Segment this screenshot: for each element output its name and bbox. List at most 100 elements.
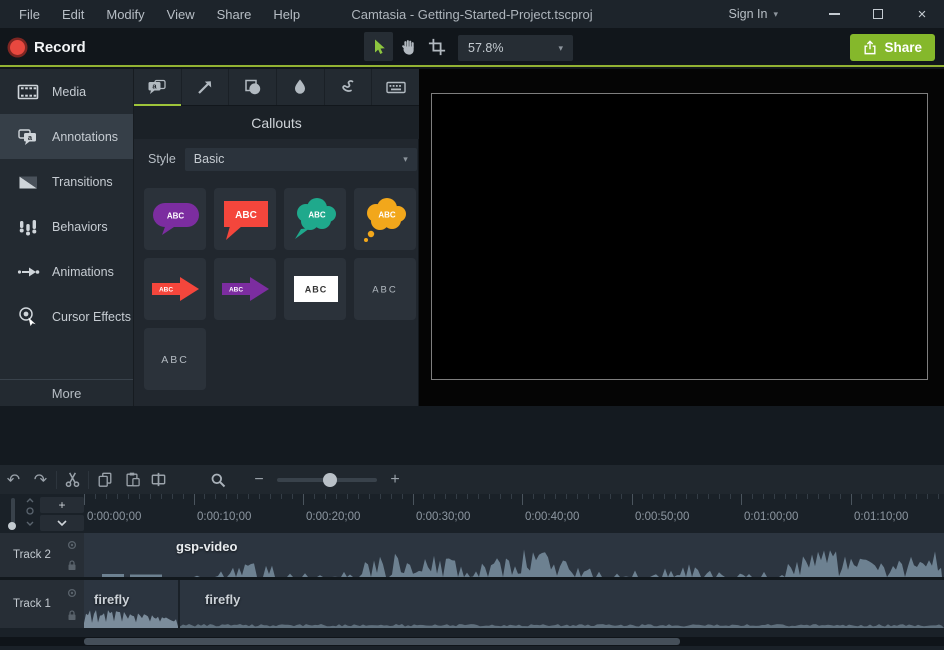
track-size-controls[interactable]	[24, 496, 36, 530]
ruler-label: 0:00:10;00	[197, 511, 251, 523]
tab-sketch-motion[interactable]	[325, 69, 373, 105]
menu-edit[interactable]: Edit	[51, 7, 95, 22]
callout-rect-white[interactable]: ABC	[284, 258, 346, 320]
crop-tool-button[interactable]	[422, 32, 451, 61]
sidebar-item-behaviors[interactable]: Behaviors	[0, 204, 133, 249]
callout-arrow-red[interactable]: ABC	[144, 258, 206, 320]
canvas-zoom-dropdown[interactable]: 57.8% ▾	[458, 35, 573, 61]
arrow-icon	[195, 77, 215, 97]
clip-firefly-2[interactable]: firefly	[180, 580, 944, 628]
panel-title: Callouts	[134, 106, 419, 139]
callout-sketch-text[interactable]: ABC	[144, 328, 206, 390]
sidebar-item-animations[interactable]: Animations	[0, 249, 133, 294]
ruler-tick	[161, 494, 162, 499]
sidebar-item-cursor-effects[interactable]: Cursor Effects	[0, 294, 133, 339]
tab-shapes[interactable]	[229, 69, 277, 105]
undo-button[interactable]: ↶	[0, 466, 27, 493]
track-visibility-icon[interactable]	[67, 588, 77, 598]
callout-arrow-purple[interactable]: ABC	[214, 258, 276, 320]
sidebar-item-media[interactable]: Media	[0, 69, 133, 114]
fader-handle[interactable]	[8, 522, 16, 530]
sign-in-label: Sign In	[729, 7, 768, 21]
ruler-tick	[785, 494, 786, 499]
ruler-tick	[172, 494, 173, 499]
minimize-button[interactable]	[812, 0, 856, 28]
sign-in-button[interactable]: Sign In ▾	[729, 7, 778, 21]
ruler-tick	[544, 494, 545, 499]
menu-file[interactable]: File	[8, 7, 51, 22]
paste-button[interactable]	[118, 466, 145, 493]
ruler-tick	[730, 494, 731, 499]
timeline-zoom-out-button[interactable]: −	[247, 471, 271, 489]
drop-icon	[290, 77, 310, 97]
add-track-button[interactable]: +	[40, 497, 84, 513]
sidebar-item-transitions[interactable]: Transitions	[0, 159, 133, 204]
track-height-fader[interactable]	[11, 498, 15, 524]
callout-text-only[interactable]: ABC	[354, 258, 416, 320]
menu-modify[interactable]: Modify	[95, 7, 155, 22]
ruler-tick	[588, 494, 589, 499]
cursor-tool-button[interactable]	[364, 32, 393, 61]
timeline-ruler[interactable]: 0:00:00;00 0:00:10;00 0:00:20;00 0:00:30…	[84, 494, 944, 533]
callout-cloud[interactable]: ABC	[284, 188, 346, 250]
menu-share[interactable]: Share	[206, 7, 263, 22]
copy-button[interactable]	[91, 466, 118, 493]
tab-blur-and-highlight[interactable]	[277, 69, 325, 105]
record-button[interactable]: Record	[10, 35, 86, 59]
ruler-tick	[95, 494, 96, 499]
maximize-button[interactable]	[856, 0, 900, 28]
track-1-header[interactable]: Track 1	[0, 580, 84, 628]
timeline-gutter: +	[0, 494, 84, 533]
style-row: Style Basic ▾	[134, 147, 419, 171]
close-button[interactable]: ×	[900, 0, 944, 28]
track-lock-icon[interactable]	[67, 610, 77, 621]
window-title: Camtasia - Getting-Started-Project.tscpr…	[351, 7, 592, 22]
ruler-tick	[204, 494, 205, 499]
ruler-label: 0:01:10;00	[854, 511, 908, 523]
tab-callouts[interactable]: a	[134, 69, 182, 105]
track-visibility-icon[interactable]	[67, 540, 77, 550]
callout-speech-rect[interactable]: ABC	[214, 188, 276, 250]
behaviors-icon	[16, 215, 40, 239]
track-lock-icon[interactable]	[67, 560, 77, 571]
timeline-zoom-slider[interactable]	[277, 478, 377, 482]
ruler-tick	[621, 494, 622, 499]
clip-label: firefly	[205, 592, 240, 607]
ruler-tick	[336, 494, 337, 499]
timeline-zoom-in-button[interactable]: +	[383, 471, 407, 489]
clip-gsp-video[interactable]: gsp-video	[84, 533, 944, 577]
menu-view[interactable]: View	[156, 7, 206, 22]
style-dropdown[interactable]: Basic ▾	[185, 148, 417, 171]
timeline-zoom-button[interactable]	[204, 466, 231, 493]
tab-arrows-and-lines[interactable]	[182, 69, 230, 105]
split-button[interactable]	[145, 466, 172, 493]
ruler-tick	[566, 494, 567, 499]
camtasia-window: File Edit Modify View Share Help Camtasi…	[0, 0, 944, 650]
ruler-tick	[938, 494, 939, 499]
sidebar-item-annotations[interactable]: a Annotations	[0, 114, 133, 159]
ruler-tick	[818, 494, 819, 499]
chevron-down-icon	[57, 520, 67, 527]
pan-tool-button[interactable]	[393, 32, 422, 61]
tab-keystroke-callouts[interactable]	[372, 69, 419, 105]
redo-button[interactable]: ↷	[27, 466, 54, 493]
playback-bar: Properties	[0, 406, 944, 465]
menu-help[interactable]: Help	[262, 7, 311, 22]
clip-firefly-1[interactable]: firefly	[84, 580, 178, 628]
ruler-tick	[106, 494, 107, 499]
cut-button[interactable]	[59, 466, 86, 493]
track-2-header[interactable]: Track 2	[0, 533, 84, 577]
video-canvas[interactable]	[431, 93, 928, 380]
sidebar-item-label: Transitions	[52, 175, 113, 189]
sidebar-more-button[interactable]: More	[0, 379, 133, 406]
ruler-label: 0:00:40;00	[525, 511, 579, 523]
ruler-tick	[259, 494, 260, 499]
track-options-button[interactable]	[40, 515, 84, 531]
ruler-tick	[927, 494, 928, 499]
zoom-slider-handle[interactable]	[323, 473, 337, 487]
share-button[interactable]: Share	[850, 34, 935, 61]
scrollbar-thumb[interactable]	[84, 638, 680, 645]
ruler-tick	[905, 494, 906, 499]
callout-thought-cloud[interactable]: ABC	[354, 188, 416, 250]
callout-speech-rounded[interactable]: ABC	[144, 188, 206, 250]
